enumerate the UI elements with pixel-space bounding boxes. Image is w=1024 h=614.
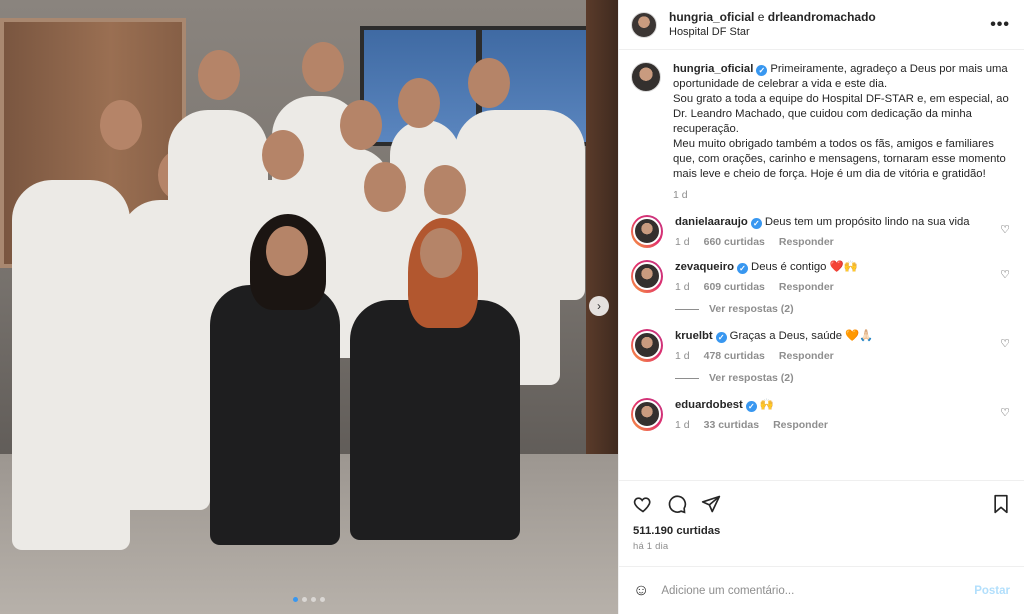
authors-conjunction: e: [757, 9, 765, 24]
person-figure: [350, 300, 520, 540]
view-replies-label[interactable]: Ver respostas (2): [709, 372, 794, 384]
next-photo-button[interactable]: ›: [589, 296, 609, 316]
comment-likes[interactable]: 478 curtidas: [704, 350, 765, 362]
caption-text-block: hungria_oficial ✓ Primeiramente, agradeço …: [673, 62, 1010, 182]
comment-text: Deus é contigo ❤️🙌: [751, 261, 858, 273]
person-head: [468, 58, 510, 108]
comment-text: 🙌: [759, 399, 774, 411]
view-replies-button[interactable]: Ver respostas (2): [675, 372, 1010, 384]
comment-likes[interactable]: 609 curtidas: [704, 281, 765, 293]
post-sidebar: hungria_oficial e drleandromachado Hospi…: [618, 0, 1024, 614]
view-replies-label[interactable]: Ver respostas (2): [709, 303, 794, 315]
person-head: [262, 130, 304, 180]
person-head: [100, 100, 142, 150]
comment-likes[interactable]: 33 curtidas: [704, 419, 759, 431]
carousel-dot: [320, 597, 325, 602]
comment-time: 1 d: [675, 236, 690, 248]
post-header: hungria_oficial e drleandromachado Hospi…: [619, 0, 1024, 50]
comment-username[interactable]: kruelbt: [675, 330, 713, 342]
action-icons: [633, 489, 1010, 519]
reply-button[interactable]: Responder: [779, 236, 834, 248]
carousel-dot: [311, 597, 316, 602]
comment-text: Deus tem um propósito lindo na sua vida: [764, 216, 970, 228]
verified-badge-icon: ✓: [750, 218, 762, 229]
comment-time: 1 d: [675, 350, 690, 362]
reply-button[interactable]: Responder: [779, 350, 834, 362]
heart-icon[interactable]: ♡: [1000, 337, 1010, 350]
coauthor-username[interactable]: drleandromachado: [768, 10, 876, 24]
replies-divider: [675, 377, 699, 379]
more-horizontal-icon[interactable]: •••: [990, 16, 1010, 34]
likes-count[interactable]: 511.190 curtidas: [633, 525, 1010, 537]
carousel-indicator: [0, 597, 618, 602]
caption-time: 1 d: [673, 189, 688, 201]
heart-icon[interactable]: ♡: [1000, 268, 1010, 281]
person-figure: [210, 285, 340, 545]
heart-icon[interactable]: ♡: [1000, 406, 1010, 419]
person-head: [266, 226, 308, 276]
post-actions: 511.190 curtidas há 1 dia: [619, 480, 1024, 552]
like-heart-icon[interactable]: [633, 494, 653, 514]
comment-avatar[interactable]: [631, 215, 663, 248]
comment-username[interactable]: zevaqueiro: [675, 261, 734, 273]
comment-avatar[interactable]: [631, 260, 663, 293]
post-location[interactable]: Hospital DF Star: [669, 25, 876, 40]
person-head: [424, 165, 466, 215]
caption-text: Primeiramente, agradeço a Deus por mais …: [673, 63, 1009, 180]
verified-badge-icon: ✓: [745, 401, 757, 412]
verified-badge-icon: ✓: [756, 65, 768, 76]
post-comment-button[interactable]: Postar: [974, 585, 1010, 597]
comments-scroll[interactable]: hungria_oficial ✓ Primeiramente, agradeço …: [619, 50, 1024, 480]
comment-item: kruelbt ✓ Graças a Deus, saúde 🧡🙏🏻 1 d 478…: [631, 329, 1010, 362]
comment-likes[interactable]: 660 curtidas: [704, 236, 765, 248]
emoji-icon[interactable]: ☺: [633, 582, 649, 600]
verified-badge-icon: ✓: [737, 263, 749, 274]
instagram-post: › hungria_oficial e drleandromachado Hos…: [0, 0, 1024, 614]
comment-input[interactable]: Adicione um comentário...: [661, 585, 974, 597]
carousel-dot: [302, 597, 307, 602]
person-head: [198, 50, 240, 100]
comment-time: 1 d: [675, 281, 690, 293]
add-comment-bar: ☺ Adicione um comentário... Postar: [619, 566, 1024, 614]
comment-item: eduardobest ✓ 🙌 1 d 33 curtidas Responder …: [631, 398, 1010, 431]
author-username[interactable]: hungria_oficial: [669, 10, 754, 24]
carousel-dot: [293, 597, 298, 602]
bookmark-icon[interactable]: [992, 494, 1010, 514]
author-avatar[interactable]: [631, 11, 657, 38]
view-replies-button[interactable]: Ver respostas (2): [675, 303, 1010, 315]
share-send-icon[interactable]: [701, 494, 721, 514]
comment-bubble-icon[interactable]: [667, 494, 687, 514]
authors-line: hungria_oficial e drleandromachado: [669, 10, 876, 25]
reply-button[interactable]: Responder: [773, 419, 828, 431]
person-head: [398, 78, 440, 128]
person-head: [302, 42, 344, 92]
comment-username[interactable]: danielaaraujo: [675, 216, 748, 228]
caption-avatar[interactable]: [631, 62, 661, 92]
comment-time: 1 d: [675, 419, 690, 431]
post-photo[interactable]: ›: [0, 0, 618, 614]
replies-divider: [675, 308, 699, 310]
comment-text: Graças a Deus, saúde 🧡🙏🏻: [729, 330, 874, 342]
person-figure: [12, 180, 130, 550]
comment-username[interactable]: eduardobest: [675, 399, 743, 411]
person-head: [420, 228, 462, 278]
comment-avatar[interactable]: [631, 329, 663, 362]
comment-avatar[interactable]: [631, 398, 663, 431]
post-authors: hungria_oficial e drleandromachado Hospi…: [669, 10, 876, 40]
reply-button[interactable]: Responder: [779, 281, 834, 293]
chevron-right-icon: ›: [597, 299, 601, 313]
post-caption: hungria_oficial ✓ Primeiramente, agradeço …: [631, 62, 1010, 201]
verified-badge-icon: ✓: [715, 332, 727, 343]
person-head: [340, 100, 382, 150]
person-head: [364, 162, 406, 212]
caption-username[interactable]: hungria_oficial: [673, 63, 753, 75]
comment-item: danielaaraujo ✓ Deus tem um propósito lind…: [631, 215, 1010, 248]
heart-icon[interactable]: ♡: [1000, 223, 1010, 236]
comment-item: zevaqueiro ✓ Deus é contigo ❤️🙌 1 d 609 cu…: [631, 260, 1010, 293]
post-time: há 1 dia: [633, 541, 669, 552]
